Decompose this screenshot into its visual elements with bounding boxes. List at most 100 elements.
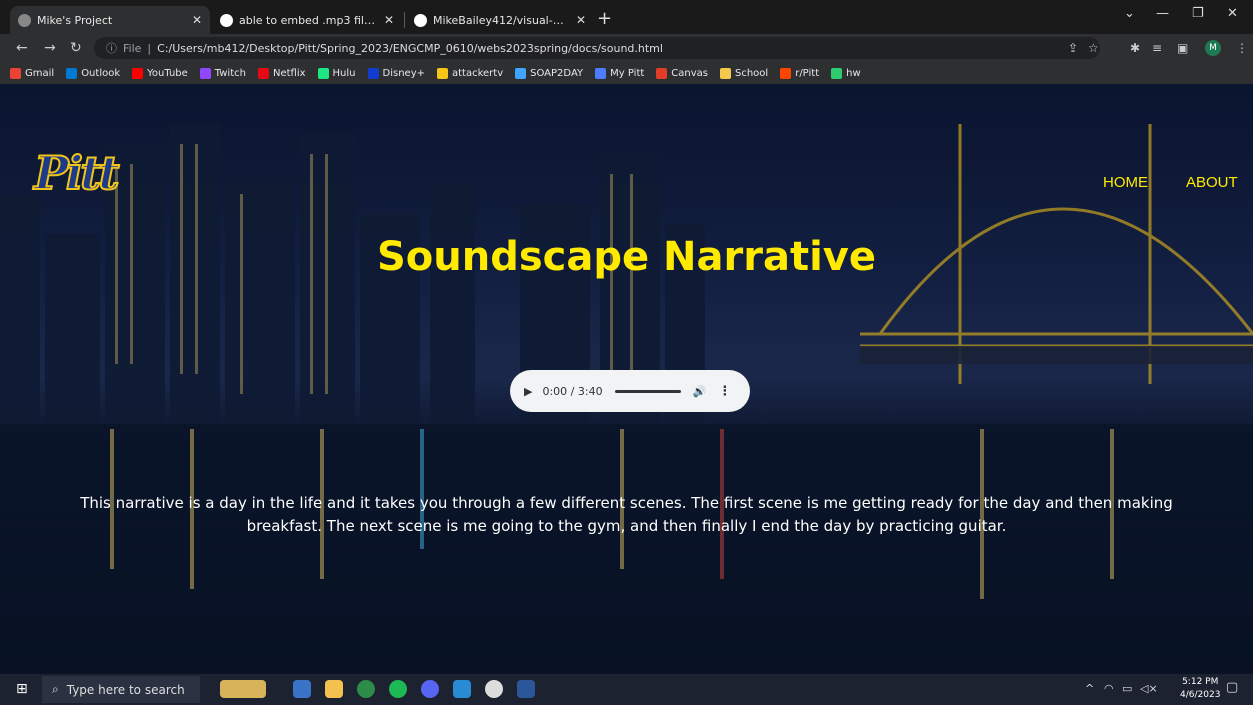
bookmark-label: Twitch <box>214 67 246 79</box>
github-icon <box>220 13 233 27</box>
bookmark-label: YouTube <box>147 67 188 79</box>
bookmark-label: attackertv <box>452 67 504 79</box>
info-icon: ⓘ <box>106 42 117 55</box>
address-url: C:/Users/mb412/Desktop/Pitt/Spring_2023/… <box>157 41 663 55</box>
bookmark-item[interactable]: School <box>720 67 768 79</box>
bookmark-favicon-icon <box>199 67 211 79</box>
bookmark-favicon-icon <box>10 67 21 79</box>
bookmark-favicon-icon <box>720 67 731 79</box>
globe-icon <box>18 13 31 27</box>
spotify-icon[interactable] <box>389 680 407 698</box>
bookmark-item[interactable]: attackertv <box>437 67 504 79</box>
bookmark-item[interactable]: Twitch <box>199 67 246 79</box>
battery-icon[interactable]: ▭ <box>1122 682 1132 695</box>
bookmark-item[interactable]: SOAP2DAY <box>515 67 583 79</box>
taskbar-search-input[interactable]: ⌕ Type here to search <box>42 676 200 703</box>
side-panel-icon[interactable]: ▣ <box>1177 41 1188 55</box>
notifications-icon[interactable]: ▢ <box>1226 680 1238 695</box>
bookmark-label: hw <box>846 67 861 79</box>
reload-icon[interactable]: ↻ <box>70 40 82 56</box>
search-placeholder: Type here to search <box>66 682 185 697</box>
bookmark-item[interactable]: Disney+ <box>367 67 425 79</box>
bookmark-item[interactable]: Canvas <box>656 67 708 79</box>
bookmark-item[interactable]: hw <box>831 67 861 79</box>
bookmark-favicon-icon <box>132 67 144 79</box>
bookmark-favicon-icon <box>317 67 329 79</box>
menu-icon[interactable]: ⋮ <box>1236 41 1248 55</box>
tab-mikes-project[interactable]: Mike's Project ✕ <box>10 6 210 34</box>
bookmark-item[interactable]: Hulu <box>317 67 356 79</box>
windows-start-icon[interactable]: ⊞ <box>16 681 28 697</box>
bookmark-label: My Pitt <box>610 67 645 79</box>
tab-title: Mike's Project <box>37 13 113 27</box>
clock-time: 5:12 PM <box>1182 677 1219 687</box>
bookmark-item[interactable]: YouTube <box>132 67 188 79</box>
bookmark-item[interactable]: My Pitt <box>595 67 645 79</box>
pitt-logo[interactable]: Pitt <box>33 145 121 201</box>
back-icon[interactable]: ← <box>16 40 28 56</box>
profile-avatar[interactable]: M <box>1205 40 1221 56</box>
folder-icon[interactable] <box>325 680 343 698</box>
search-icon: ⌕ <box>52 682 59 696</box>
bookmark-label: Gmail <box>25 67 55 79</box>
bookmarks-bar: Gmail Outlook YouTube Twitch Netflix Hulu Disn… <box>0 62 1253 84</box>
bookmark-item[interactable]: Outlook <box>66 67 120 79</box>
bookmark-favicon-icon <box>257 67 269 79</box>
bookmark-item[interactable]: Netflix <box>257 67 306 79</box>
nav-about-link[interactable]: ABOUT <box>1186 174 1238 191</box>
browser-tab-bar: Mike's Project ✕ able to embed .mp3 file… <box>0 0 1253 34</box>
minimize-icon[interactable]: — <box>1156 6 1169 21</box>
tab-search-icon[interactable]: ⌄ <box>1124 6 1135 21</box>
audio-progress-bar[interactable] <box>614 389 681 393</box>
tab-github-repo[interactable]: MikeBailey412/visual-argument- ✕ <box>406 6 594 34</box>
close-icon[interactable]: ✕ <box>384 13 394 27</box>
tab-title: MikeBailey412/visual-argument- <box>433 13 568 27</box>
bookmark-favicon-icon <box>66 67 78 79</box>
audio-time: 0:00 / 3:40 <box>542 384 603 398</box>
bookmark-favicon-icon <box>367 67 379 79</box>
bookmark-favicon-icon <box>780 67 792 79</box>
speaker-icon[interactable]: ◁× <box>1140 682 1158 695</box>
github-icon <box>414 13 427 27</box>
more-options-icon[interactable]: ⋮ <box>718 384 731 399</box>
volume-icon[interactable]: 🔊 <box>693 385 707 398</box>
address-toolbar: ← → ↻ ⓘ File | C:/Users/mb412/Desktop/Pi… <box>0 34 1253 62</box>
bookmark-favicon-icon <box>595 67 607 79</box>
window-close-icon[interactable]: ✕ <box>1227 6 1238 21</box>
audio-player[interactable]: ▶ 0:00 / 3:40 🔊 ⋮ <box>510 370 750 412</box>
page-content: Pitt HOME ABOUT Soundscape Narrative ▶ 0… <box>0 84 1253 674</box>
news-widget-icon[interactable] <box>220 680 266 698</box>
maximize-icon[interactable]: ❐ <box>1192 6 1204 21</box>
close-icon[interactable]: ✕ <box>576 13 586 27</box>
tab-stackoverflow[interactable]: able to embed .mp3 file for audi ✕ <box>212 6 402 34</box>
extensions-icon[interactable]: ✱ <box>1130 41 1140 55</box>
bookmark-label: Hulu <box>332 67 356 79</box>
new-tab-button[interactable]: + <box>597 8 612 29</box>
bookmark-favicon-icon <box>437 67 448 79</box>
bookmark-item[interactable]: r/Pitt <box>780 67 819 79</box>
page-title: Soundscape Narrative <box>376 234 877 280</box>
nav-home-link[interactable]: HOME <box>1103 174 1148 191</box>
tab-title: able to embed .mp3 file for audi <box>239 13 376 27</box>
discord-icon[interactable] <box>421 680 439 698</box>
word-icon[interactable] <box>517 680 535 698</box>
tray-chevron-icon[interactable]: ^ <box>1085 682 1094 695</box>
narrative-description: This narrative is a day in the life and … <box>80 494 1173 535</box>
bookmark-favicon-icon <box>831 67 843 79</box>
vscode-icon[interactable] <box>453 680 471 698</box>
share-icon[interactable]: ⇪ <box>1068 41 1078 55</box>
bookmark-item[interactable]: Gmail <box>10 67 55 79</box>
github-desktop-icon[interactable] <box>485 680 503 698</box>
address-input[interactable]: ⓘ File | C:/Users/mb412/Desktop/Pitt/Spr… <box>94 37 1100 59</box>
bookmark-favicon-icon <box>656 67 668 79</box>
forward-icon[interactable]: → <box>44 40 56 56</box>
reading-list-icon[interactable]: ≡ <box>1152 41 1162 55</box>
file-explorer-icon[interactable] <box>293 680 311 698</box>
close-icon[interactable]: ✕ <box>192 13 202 27</box>
bookmark-star-icon[interactable]: ☆ <box>1088 41 1099 55</box>
bookmark-label: Netflix <box>272 67 306 79</box>
play-icon[interactable]: ▶ <box>524 385 532 398</box>
chrome-icon[interactable] <box>357 680 375 698</box>
taskbar-clock[interactable]: 5:12 PM 4/6/2023 <box>1180 676 1220 702</box>
wifi-icon[interactable]: ◠ <box>1104 682 1114 695</box>
